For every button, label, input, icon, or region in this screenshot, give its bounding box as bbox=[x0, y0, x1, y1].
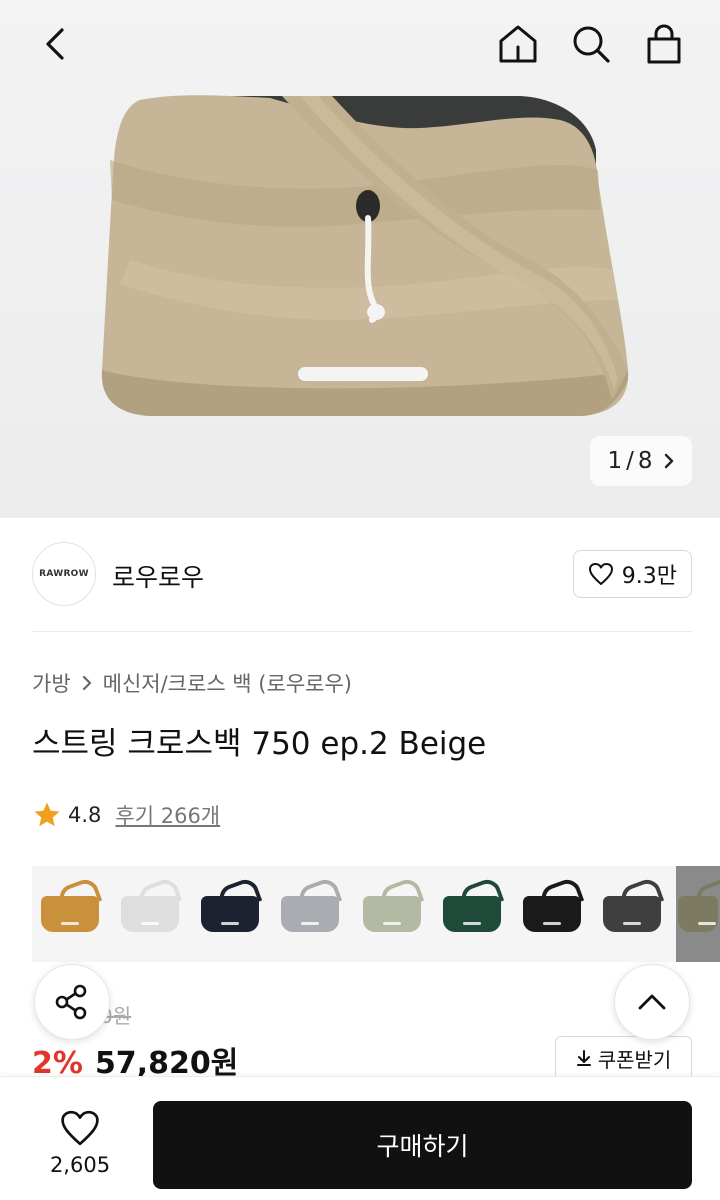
cart-button[interactable] bbox=[636, 16, 692, 72]
coupon-label: 쿠폰받기 bbox=[597, 1047, 672, 1072]
color-swatch[interactable] bbox=[112, 866, 188, 962]
chevron-up-icon bbox=[638, 994, 666, 1010]
share-button[interactable] bbox=[34, 964, 110, 1040]
swatch-bag-thumbnail bbox=[121, 896, 179, 932]
chevron-left-icon bbox=[46, 28, 64, 60]
color-swatch[interactable] bbox=[354, 866, 430, 962]
brand-logo[interactable]: RAWROW bbox=[32, 542, 96, 606]
bottom-action-bar: 2,605 구매하기 bbox=[0, 1076, 720, 1200]
color-swatch[interactable] bbox=[192, 866, 268, 962]
color-swatch[interactable] bbox=[594, 866, 670, 962]
swatch-bag-thumbnail bbox=[523, 896, 581, 932]
top-navigation-bar bbox=[0, 0, 720, 92]
brand-like-button[interactable]: 9.3만 bbox=[572, 550, 692, 598]
swatch-bag-thumbnail bbox=[281, 896, 339, 932]
home-button[interactable] bbox=[490, 16, 546, 72]
gallery-current-page: 1 bbox=[607, 448, 623, 474]
color-swatch-selected[interactable] bbox=[676, 866, 720, 962]
heart-icon bbox=[588, 563, 613, 585]
color-swatch[interactable] bbox=[32, 866, 108, 962]
search-button[interactable] bbox=[563, 16, 619, 72]
gallery-total-pages: 8 bbox=[637, 448, 653, 474]
review-count-link[interactable]: 후기 266개 bbox=[115, 800, 220, 830]
breadcrumb: 가방 메신저/크로스 백 (로우로우) bbox=[32, 668, 352, 698]
home-icon bbox=[499, 25, 537, 63]
color-swatch[interactable] bbox=[434, 866, 510, 962]
section-divider bbox=[32, 631, 692, 632]
star-icon bbox=[34, 802, 60, 827]
share-icon bbox=[55, 984, 87, 1020]
product-image-gallery[interactable]: 1/8 bbox=[0, 0, 720, 518]
scroll-to-top-button[interactable] bbox=[614, 964, 690, 1040]
swatch-bag-thumbnail bbox=[363, 896, 421, 932]
color-swatch[interactable] bbox=[272, 866, 348, 962]
shopping-bag-icon bbox=[647, 24, 681, 64]
wishlist-button[interactable]: 2,605 bbox=[30, 1101, 130, 1185]
chevron-right-icon bbox=[664, 453, 673, 469]
brand-row: RAWROW 로우로우 9.3만 bbox=[32, 542, 692, 606]
download-icon bbox=[576, 1050, 591, 1066]
search-icon bbox=[573, 26, 610, 63]
swatch-bag-thumbnail bbox=[603, 896, 661, 932]
coupon-download-button[interactable]: 쿠폰받기 bbox=[555, 1036, 692, 1080]
breadcrumb-item-category[interactable]: 가방 bbox=[32, 668, 71, 698]
swatch-bag-thumbnail bbox=[443, 896, 501, 932]
rating-row: 4.8 후기 266개 bbox=[32, 800, 220, 830]
brand-name[interactable]: 로우로우 bbox=[112, 558, 204, 594]
back-button[interactable] bbox=[28, 16, 84, 72]
gallery-separator: / bbox=[626, 448, 634, 474]
buy-button[interactable]: 구매하기 bbox=[153, 1101, 692, 1189]
swatch-bag-thumbnail bbox=[201, 896, 259, 932]
wishlist-count: 2,605 bbox=[49, 1153, 111, 1177]
brand-like-count: 9.3만 bbox=[621, 564, 677, 589]
heart-icon bbox=[61, 1110, 99, 1146]
color-swatch[interactable] bbox=[514, 866, 590, 962]
rating-value: 4.8 bbox=[68, 803, 102, 827]
chevron-right-icon bbox=[82, 675, 91, 691]
color-swatch-strip bbox=[32, 866, 720, 962]
product-title: 스트링 크로스백 750 ep.2 Beige bbox=[32, 726, 487, 762]
breadcrumb-item-subcategory[interactable]: 메신저/크로스 백 (로우로우) bbox=[103, 668, 352, 698]
gallery-page-counter[interactable]: 1/8 bbox=[590, 436, 692, 486]
brand-logo-text: RAWROW bbox=[39, 569, 89, 579]
swatch-bag-thumbnail bbox=[678, 896, 718, 932]
swatch-bag-thumbnail bbox=[41, 896, 99, 932]
